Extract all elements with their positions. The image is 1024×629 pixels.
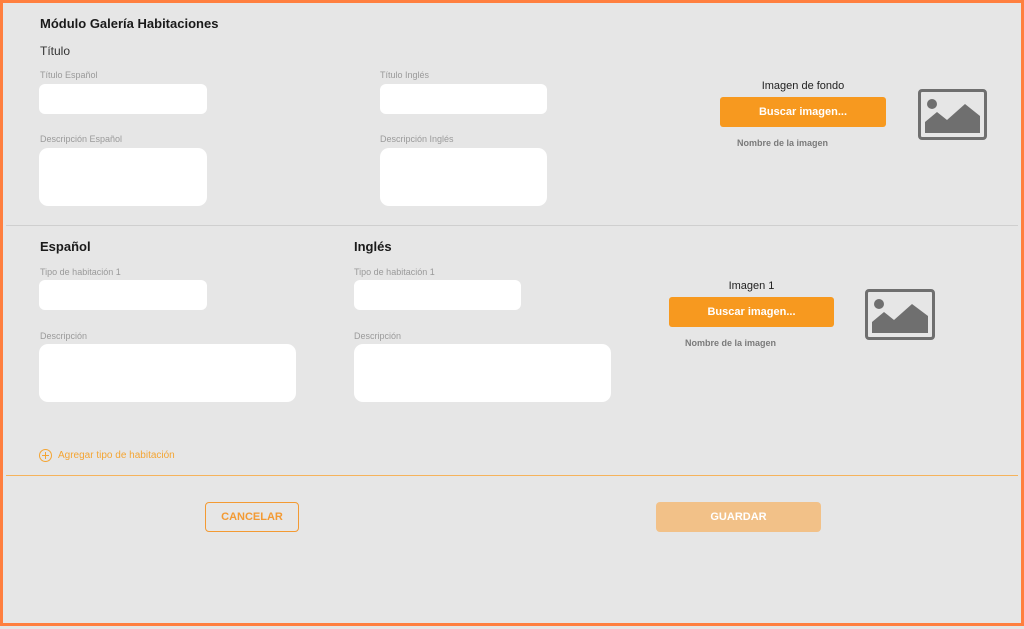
desc-es-textarea[interactable]: [39, 148, 207, 206]
gallery-module-panel: Módulo Galería Habitaciones Título Títul…: [0, 0, 1024, 626]
title-en-label: Título Inglés: [380, 70, 430, 80]
room-type-es-label: Tipo de habitación 1: [40, 267, 121, 277]
image-placeholder-icon[interactable]: [865, 289, 935, 340]
section-divider: [6, 225, 1018, 226]
room-search-image-button[interactable]: Buscar imagen...: [669, 297, 834, 327]
spanish-heading: Español: [40, 239, 91, 254]
title-section-heading: Título: [40, 44, 71, 58]
title-en-input[interactable]: [380, 84, 547, 114]
title-es-input[interactable]: [39, 84, 207, 114]
room-image-name: Nombre de la imagen: [685, 338, 777, 348]
title-es-label: Título Español: [40, 70, 98, 80]
desc-en-textarea[interactable]: [380, 148, 547, 206]
room-type-en-input[interactable]: [354, 280, 521, 310]
save-button[interactable]: GUARDAR: [656, 502, 821, 532]
add-room-type-link[interactable]: Agregar tipo de habitación: [39, 449, 175, 462]
room-desc-en-label: Descripción: [354, 331, 402, 341]
room-type-en-label: Tipo de habitación 1: [354, 267, 435, 277]
desc-en-label: Descripción Inglés: [380, 134, 454, 144]
bg-image-label: Imagen de fondo: [761, 80, 845, 92]
image-placeholder-icon[interactable]: [918, 89, 987, 140]
room-desc-en-textarea[interactable]: [354, 344, 611, 402]
room-image-label: Imagen 1: [728, 280, 775, 292]
room-desc-es-textarea[interactable]: [39, 344, 296, 402]
room-desc-es-label: Descripción: [40, 331, 88, 341]
bg-image-name: Nombre de la imagen: [737, 138, 829, 148]
plus-circle-icon: [39, 449, 52, 462]
room-type-es-input[interactable]: [39, 280, 207, 310]
actions-divider: [6, 475, 1018, 476]
desc-es-label: Descripción Español: [40, 134, 123, 144]
module-title: Módulo Galería Habitaciones: [40, 16, 219, 31]
english-heading: Inglés: [354, 239, 392, 254]
bg-search-image-button[interactable]: Buscar imagen...: [720, 97, 886, 127]
cancel-button[interactable]: CANCELAR: [205, 502, 299, 532]
add-room-type-label: Agregar tipo de habitación: [58, 450, 175, 461]
